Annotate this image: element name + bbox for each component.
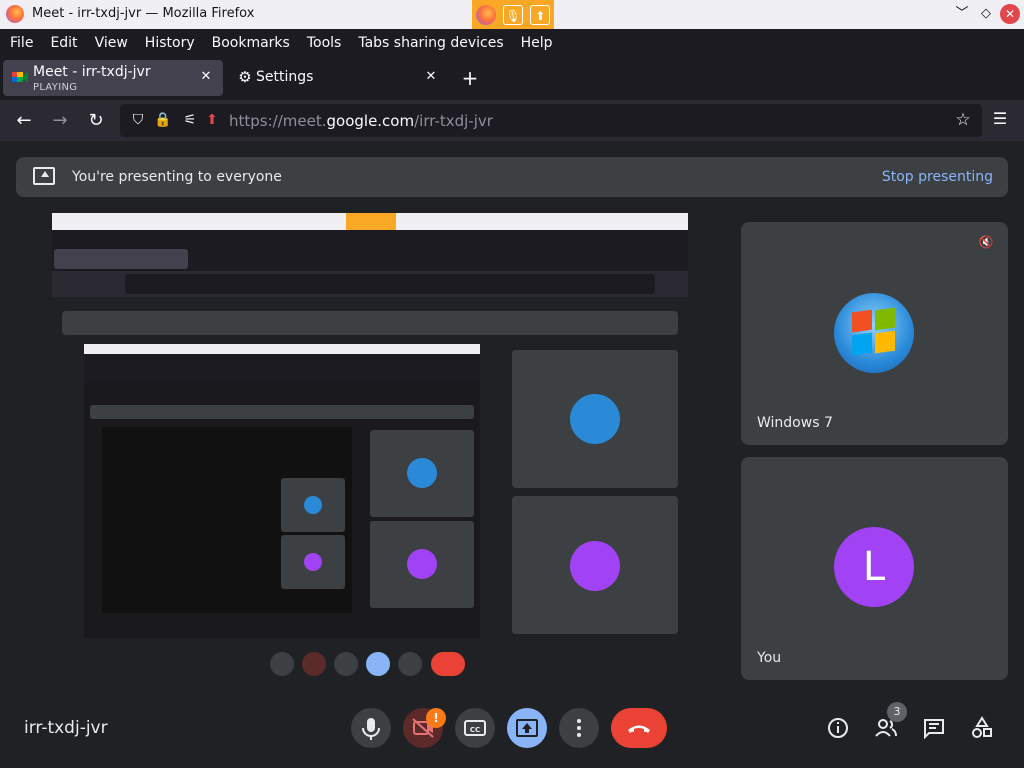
captions-button[interactable]: CC — [455, 708, 495, 748]
menu-help[interactable]: Help — [521, 35, 553, 51]
window-title: Meet - irr-txdj-jvr — Mozilla Firefox — [32, 6, 255, 21]
microphone-icon — [362, 718, 380, 740]
avatar: L — [834, 527, 914, 607]
tab-meet-playing-label: PLAYING — [33, 82, 78, 93]
meeting-code: irr-txdj-jvr — [24, 718, 108, 738]
presenting-banner: You're presenting to everyone Stop prese… — [16, 157, 1008, 197]
people-count-badge: 3 — [887, 702, 907, 722]
windows-logo-icon — [834, 293, 914, 373]
tab-settings[interactable]: ⚙ Settings ✕ — [228, 60, 448, 96]
meet-content: You're presenting to everyone Stop prese… — [0, 141, 1024, 768]
minimize-button[interactable]: ﹀ — [952, 4, 972, 24]
present-screen-icon — [516, 719, 538, 737]
svg-text:CC: CC — [470, 726, 480, 734]
hang-up-icon — [628, 725, 650, 733]
activities-shapes-icon — [972, 716, 992, 738]
more-options-button[interactable] — [559, 708, 599, 748]
participant-tile-you[interactable]: L You — [741, 457, 1008, 680]
menu-tools[interactable]: Tools — [307, 35, 342, 51]
leave-call-button[interactable] — [611, 708, 667, 748]
lock-icon[interactable]: 🔒 — [154, 111, 172, 129]
meeting-details-button[interactable] — [826, 716, 850, 740]
present-now-button[interactable] — [507, 708, 547, 748]
chat-button[interactable] — [922, 716, 946, 740]
menu-history[interactable]: History — [145, 35, 195, 51]
tab-meet[interactable]: Meet - irr-txdj-jvr PLAYING ✕ — [3, 60, 223, 96]
navigation-bar: ← → ↻ ⛉ 🔒 ⚟ ⬆ https://meet.google.com/ir… — [0, 100, 1024, 141]
screen-share-preview — [52, 213, 688, 647]
new-tab-button[interactable]: + — [458, 66, 482, 90]
screen-share-indicator-icon[interactable]: ⬆ — [530, 4, 551, 25]
participant-name: You — [757, 650, 782, 666]
screen-share-controls-preview — [52, 647, 688, 681]
gear-icon: ⚙ — [238, 68, 252, 86]
menu-file[interactable]: File — [10, 35, 33, 51]
reload-icon[interactable]: ↻ — [84, 109, 108, 133]
close-tab-icon[interactable]: ✕ — [197, 68, 215, 86]
menu-tabs-sharing-devices[interactable]: Tabs sharing devices — [358, 35, 503, 51]
permissions-icon[interactable]: ⚟ — [181, 111, 199, 129]
more-vertical-icon — [577, 719, 581, 737]
menu-edit[interactable]: Edit — [50, 35, 77, 51]
tab-bar: Meet - irr-txdj-jvr PLAYING ✕ ⚙ Settings… — [0, 56, 1024, 100]
participant-name: Windows 7 — [757, 415, 833, 431]
menu-bar: File Edit View History Bookmarks Tools T… — [0, 29, 1024, 56]
url-text[interactable]: https://meet.google.com/irr-txdj-jvr — [229, 112, 493, 130]
sharing-indicators[interactable]: 🎙 ⬆ — [472, 0, 554, 29]
camera-warning-badge: ! — [426, 708, 446, 728]
microphone-button[interactable] — [351, 708, 391, 748]
back-icon[interactable]: ← — [12, 109, 36, 133]
screen-sharing-permission-icon[interactable]: ⬆ — [203, 111, 221, 129]
firefox-logo-icon — [6, 5, 24, 23]
app-menu-icon[interactable]: ☰ — [990, 109, 1010, 129]
url-bar[interactable]: ⛉ 🔒 ⚟ ⬆ https://meet.google.com/irr-txdj… — [120, 104, 982, 137]
forward-icon[interactable]: → — [48, 109, 72, 133]
activities-button[interactable] — [970, 716, 994, 740]
tab-meet-title: Meet - irr-txdj-jvr — [33, 64, 151, 80]
info-icon — [828, 718, 848, 738]
closed-captions-icon: CC — [464, 720, 486, 736]
chat-icon — [924, 719, 944, 740]
participant-tile-windows7[interactable]: 🔇 Windows 7 — [741, 222, 1008, 445]
close-tab-icon[interactable]: ✕ — [422, 68, 440, 86]
firefox-indicator-icon[interactable] — [475, 4, 496, 25]
close-window-button[interactable]: ✕ — [1000, 4, 1020, 24]
window-titlebar: Meet - irr-txdj-jvr — Mozilla Firefox 🎙 … — [0, 0, 1024, 29]
bookmark-star-icon[interactable]: ☆ — [954, 111, 972, 129]
tracking-protection-shield-icon[interactable]: ⛉ — [129, 111, 147, 129]
meet-favicon-icon — [12, 72, 28, 82]
mic-off-icon: 🔇 — [978, 235, 994, 249]
menu-view[interactable]: View — [95, 35, 128, 51]
presenting-message: You're presenting to everyone — [72, 169, 282, 185]
tab-settings-title: Settings — [256, 69, 314, 85]
maximize-button[interactable]: ◇ — [976, 4, 996, 24]
present-screen-icon — [33, 167, 55, 185]
menu-bookmarks[interactable]: Bookmarks — [212, 35, 290, 51]
stop-presenting-button[interactable]: Stop presenting — [882, 169, 993, 185]
microphone-indicator-icon[interactable]: 🎙 — [502, 4, 523, 25]
